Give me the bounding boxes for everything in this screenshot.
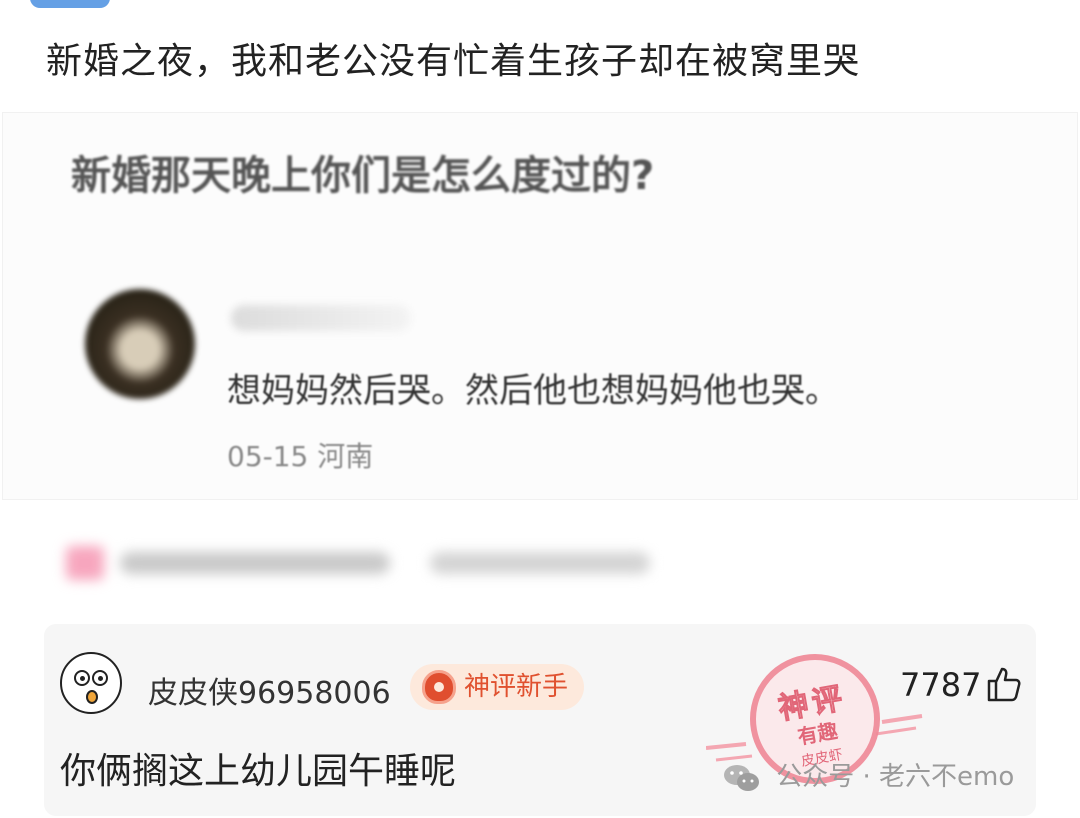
blurred-text-block (120, 552, 390, 574)
watermark-text: 公众号 · 老六不emo (776, 762, 1015, 792)
badge-shield-icon (422, 670, 456, 704)
avatar-eye (92, 670, 108, 686)
quoted-date: 05-15 (227, 440, 309, 473)
watermark: 公众号 · 老六不emo (722, 756, 1014, 793)
like-count: 7787 (900, 666, 982, 704)
comment-text: 你俩搁这上幼儿园午睡呢 (60, 751, 457, 792)
blurred-username (231, 305, 411, 331)
blurred-avatar (85, 289, 195, 399)
quoted-screenshot: 新婚那天晚上你们是怎么度过的? 想妈妈然后哭。然后他也想妈妈他也哭。 05-15… (2, 112, 1078, 500)
comment-badge[interactable]: 神评新手 (410, 664, 585, 710)
quoted-question: 新婚那天晚上你们是怎么度过的? (71, 153, 655, 199)
quoted-comment: 想妈妈然后哭。然后他也想妈妈他也哭。 (227, 371, 839, 411)
quoted-meta: 05-15 河南 (227, 435, 373, 475)
top-logo-fragment (30, 0, 110, 8)
avatar-mouth (86, 690, 98, 704)
comment-username[interactable]: 皮皮侠96958006 (148, 668, 391, 712)
blurred-text-block (430, 552, 650, 574)
badge-label: 神评新手 (464, 672, 569, 702)
post-title: 新婚之夜，我和老公没有忙着生孩子却在被窝里哭 (46, 41, 861, 82)
avatar-cartoon-icon[interactable] (60, 652, 122, 714)
blurred-strip (58, 540, 678, 584)
avatar-eye (74, 670, 90, 686)
blurred-pink-block (66, 546, 104, 580)
quoted-location: 河南 (317, 440, 374, 473)
thumb-up-icon[interactable] (984, 664, 1024, 704)
wechat-icon (724, 764, 759, 791)
